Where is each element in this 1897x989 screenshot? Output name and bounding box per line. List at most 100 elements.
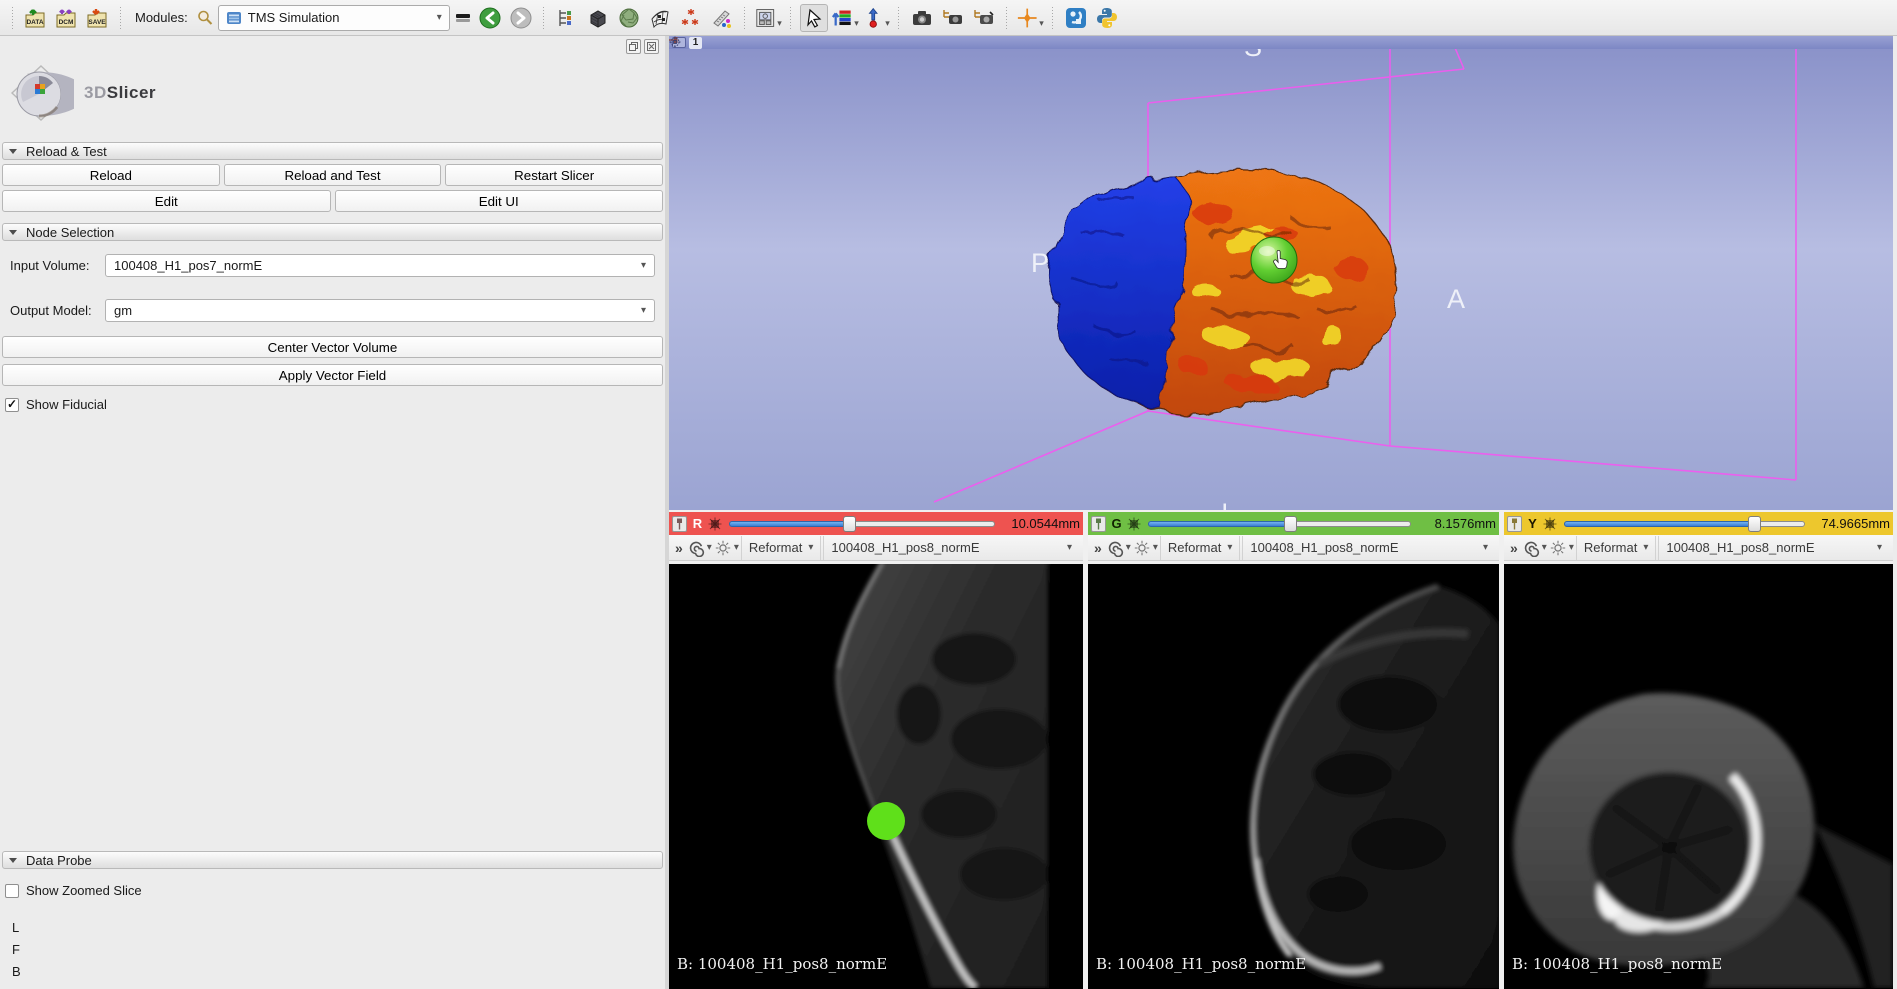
load-data-button[interactable]: DATA xyxy=(21,4,49,32)
chevron-down-icon[interactable]: ▾ xyxy=(1569,542,1574,553)
yellow-slice-viewport[interactable]: B: 100408_H1_pos8_normE xyxy=(1504,564,1893,989)
toolbar-grip[interactable] xyxy=(897,7,901,29)
chevron-down-icon[interactable]: ▾ xyxy=(1126,542,1131,553)
green-slice-viewport[interactable]: B: 100408_H1_pos8_normE xyxy=(1088,564,1499,989)
close-panel-button[interactable] xyxy=(644,39,659,54)
python-icon xyxy=(1095,6,1119,30)
section-data-probe[interactable]: Data Probe xyxy=(2,851,663,869)
fiducials-module-button[interactable] xyxy=(677,4,705,32)
module-search-button[interactable] xyxy=(195,4,215,32)
crosshair-button[interactable]: ▾ xyxy=(1016,4,1044,32)
reformat-combobox[interactable]: Reformat ▾ xyxy=(741,536,822,560)
slice-offset-slider[interactable] xyxy=(1564,516,1805,532)
module-back-button[interactable] xyxy=(476,4,504,32)
place-fiducial-button[interactable]: ▾ xyxy=(862,4,890,32)
sun-icon[interactable] xyxy=(714,539,732,557)
volumes-module-button[interactable] xyxy=(584,4,612,32)
pin-button[interactable] xyxy=(1091,516,1106,532)
mouse-interaction-button[interactable] xyxy=(800,4,828,32)
input-volume-combobox[interactable]: 100408_H1_pos7_normE ▾ xyxy=(105,254,655,277)
module-panel: 3DSlicer Reload & Test Reload Reload and… xyxy=(0,36,669,989)
slice-model-icon[interactable] xyxy=(708,517,722,531)
reformat-combobox[interactable]: Reformat ▾ xyxy=(1576,536,1657,560)
probe-row-l: L xyxy=(12,920,665,935)
more-options-button[interactable]: » xyxy=(673,540,685,556)
chevron-down-icon[interactable]: ▾ xyxy=(707,542,712,553)
annotations-module-button[interactable] xyxy=(708,4,736,32)
section-reload-and-test[interactable]: Reload & Test xyxy=(2,142,663,160)
sun-icon[interactable] xyxy=(1133,539,1151,557)
dicom-button[interactable]: DCM xyxy=(52,4,80,32)
chevron-down-icon[interactable]: ▾ xyxy=(1153,542,1158,553)
sun-icon[interactable] xyxy=(1549,539,1567,557)
slice-visibility-icon[interactable] xyxy=(1522,539,1540,557)
show-fiducial-checkbox[interactable] xyxy=(5,398,19,412)
fiducial-dot[interactable] xyxy=(867,802,905,840)
chevron-down-icon[interactable]: ▾ xyxy=(734,542,739,553)
volume-value: 100408_H1_pos8_normE xyxy=(831,540,979,555)
layout-selector-button[interactable]: ▾ xyxy=(754,4,782,32)
view-options-icon[interactable] xyxy=(669,36,681,48)
pin-button[interactable] xyxy=(672,516,687,532)
reformat-combobox[interactable]: Reformat ▾ xyxy=(1160,536,1241,560)
scene-view-restore-button[interactable] xyxy=(970,4,998,32)
center-vector-volume-button[interactable]: Center Vector Volume xyxy=(2,336,663,358)
slider-handle[interactable] xyxy=(1284,516,1297,532)
edit-button[interactable]: Edit xyxy=(2,190,331,212)
more-options-button[interactable]: » xyxy=(1092,540,1104,556)
corner-annotation: B: 100408_H1_pos8_normE xyxy=(677,955,887,973)
model-sphere-icon xyxy=(618,7,640,29)
slider-handle[interactable] xyxy=(1748,516,1761,532)
window-level-button[interactable]: ▾ xyxy=(831,4,859,32)
volume-combobox[interactable]: 100408_H1_pos8_normE ▾ xyxy=(1242,536,1495,560)
apply-vector-field-button[interactable]: Apply Vector Field xyxy=(2,364,663,386)
svg-text:DCM: DCM xyxy=(59,19,74,26)
dock-buttons xyxy=(626,39,659,54)
volume-combobox[interactable]: 100408_H1_pos8_normE ▾ xyxy=(1658,536,1889,560)
module-hierarchy-button[interactable] xyxy=(553,4,581,32)
save-button[interactable]: SAVE xyxy=(83,4,111,32)
slice-model-icon[interactable] xyxy=(1127,517,1141,531)
toolbar-grip[interactable] xyxy=(118,7,122,29)
extensions-manager-button[interactable] xyxy=(1062,4,1090,32)
slider-handle[interactable] xyxy=(843,516,856,532)
show-zoomed-slice-checkbox[interactable] xyxy=(5,884,19,898)
restart-slicer-button[interactable]: Restart Slicer xyxy=(445,164,663,186)
screenshot-button[interactable] xyxy=(908,4,936,32)
slice-offset-slider[interactable] xyxy=(1148,516,1411,532)
python-console-button[interactable] xyxy=(1093,4,1121,32)
slice-offset-slider[interactable] xyxy=(729,516,995,532)
reload-button[interactable]: Reload xyxy=(2,164,220,186)
slice-visibility-icon[interactable] xyxy=(1106,539,1124,557)
toolbar-grip[interactable] xyxy=(789,7,793,29)
modules-combobox[interactable]: TMS Simulation ▾ xyxy=(218,5,450,31)
toolbar-grip[interactable] xyxy=(10,7,14,29)
save-icon: SAVE xyxy=(85,6,109,30)
view-id-badge[interactable]: 1 xyxy=(689,37,702,49)
output-model-combobox[interactable]: gm ▾ xyxy=(105,299,655,322)
extensions-icon xyxy=(1064,6,1088,30)
transforms-module-button[interactable] xyxy=(646,4,674,32)
more-options-button[interactable]: » xyxy=(1508,540,1520,556)
volume-combobox[interactable]: 100408_H1_pos8_normE ▾ xyxy=(823,536,1079,560)
toolbar-grip[interactable] xyxy=(1051,7,1055,29)
toolbar-grip[interactable] xyxy=(743,7,747,29)
chevron-down-icon[interactable]: ▾ xyxy=(1542,542,1547,553)
section-node-selection[interactable]: Node Selection xyxy=(2,223,663,241)
undock-panel-button[interactable] xyxy=(626,39,641,54)
toolbar-grip[interactable] xyxy=(542,7,546,29)
red-slice-viewport[interactable]: B: 100408_H1_pos8_normE xyxy=(669,564,1083,989)
module-forward-button[interactable] xyxy=(507,4,535,32)
slice-model-icon[interactable] xyxy=(1543,517,1557,531)
fiducial-highlight xyxy=(1259,246,1275,256)
pin-button[interactable] xyxy=(1507,516,1522,532)
edit-ui-button[interactable]: Edit UI xyxy=(335,190,664,212)
module-history-button[interactable] xyxy=(453,4,473,32)
orientation-label-anterior: A xyxy=(1447,284,1465,314)
models-module-button[interactable] xyxy=(615,4,643,32)
reload-and-test-button[interactable]: Reload and Test xyxy=(224,164,442,186)
toolbar-grip[interactable] xyxy=(1005,7,1009,29)
slice-visibility-icon[interactable] xyxy=(687,539,705,557)
threed-view[interactable]: P A I S 1 xyxy=(669,36,1893,510)
scene-view-capture-button[interactable] xyxy=(939,4,967,32)
